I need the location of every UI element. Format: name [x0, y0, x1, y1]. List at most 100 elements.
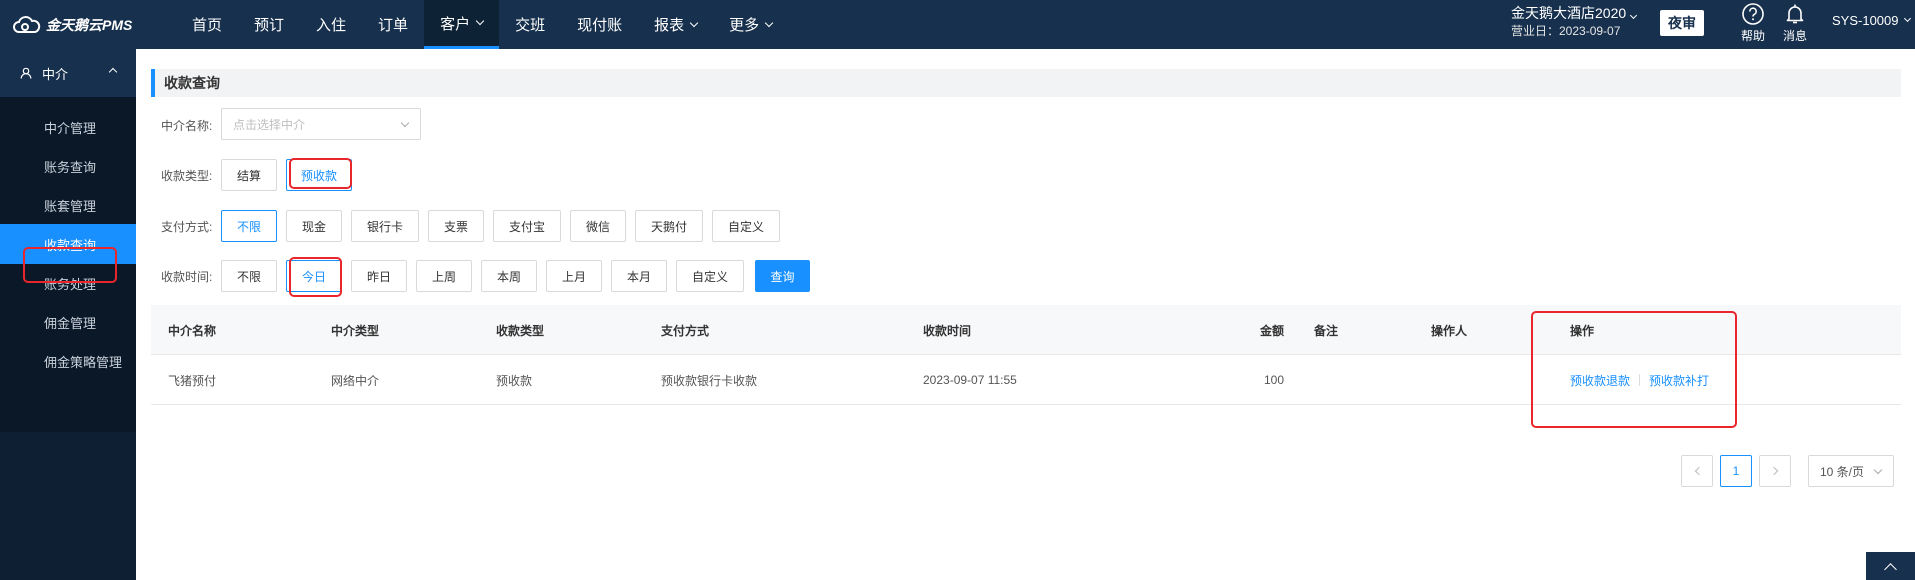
sidebar-item-agent-management[interactable]: 中介管理: [0, 107, 136, 147]
receipt-type-label: 收款类型:: [161, 169, 213, 183]
col-receipt-type: 收款类型: [496, 323, 545, 338]
nav-label: 交班: [515, 17, 546, 34]
cell-amount: 100: [1263, 373, 1284, 387]
sidebar-item-label: 收款查询: [44, 237, 97, 253]
time-option-today[interactable]: 今日: [286, 260, 342, 292]
sidebar: 中介 中介管理 账务查询 账套管理 收款查询 账务处理 佣金管理 佣金策略管理: [0, 49, 136, 580]
sidebar-item-commission-strategy[interactable]: 佣金策略管理: [0, 341, 136, 381]
logo-text: 金天鹅云PMS: [46, 17, 133, 33]
help-label: 帮助: [1740, 29, 1765, 43]
sidebar-item-label: 中介管理: [44, 120, 97, 136]
col-operator: 操作人: [1431, 323, 1468, 338]
nav-checkin[interactable]: 入住: [300, 0, 362, 49]
sidebar-group-agent[interactable]: 中介: [0, 49, 136, 97]
chevron-down-icon: [1630, 11, 1638, 20]
pay-method-option-alipay[interactable]: 支付宝: [493, 210, 561, 242]
cell-agent-name: 飞猪预付: [168, 373, 217, 388]
time-option-this-week[interactable]: 本周: [481, 260, 537, 292]
page-number-current[interactable]: 1: [1720, 455, 1752, 487]
chevron-up-icon: [108, 67, 118, 77]
page-size-select[interactable]: 10 条/页: [1808, 455, 1894, 487]
sidebar-item-account-processing[interactable]: 账务处理: [0, 263, 136, 303]
cloud-logo-icon: [13, 16, 41, 33]
page-size-value: 10 条/页: [1820, 464, 1865, 479]
nav-label: 客户: [440, 15, 471, 33]
pay-method-option-custom[interactable]: 自定义: [712, 210, 780, 242]
time-option-any[interactable]: 不限: [221, 260, 277, 292]
agent-select-placeholder: 点击选择中介: [233, 117, 306, 132]
sidebar-item-account-set[interactable]: 账套管理: [0, 185, 136, 225]
user-menu[interactable]: SYS-10009: [1832, 13, 1911, 28]
nav-label: 现付账: [577, 17, 623, 34]
cell-receipt-type: 预收款: [496, 373, 533, 388]
chevron-up-icon: [1884, 562, 1897, 576]
bell-icon: [1786, 4, 1804, 24]
logo[interactable]: 金天鹅云PMS: [12, 13, 132, 37]
col-receipt-time: 收款时间: [923, 323, 972, 338]
night-audit-button[interactable]: 夜审: [1660, 10, 1704, 36]
table-row: 飞猪预付 网络中介 预收款 预收款银行卡收款 2023-09-07 11:55 …: [151, 355, 1901, 405]
nav-shift[interactable]: 交班: [499, 0, 561, 49]
hotel-name: 金天鹅大酒店2020: [1511, 4, 1651, 22]
query-button[interactable]: 查询: [755, 260, 810, 292]
nav-label: 订单: [378, 17, 409, 34]
pay-method-option-check[interactable]: 支票: [428, 210, 484, 242]
receipt-type-option-advance[interactable]: 预收款: [286, 159, 352, 191]
col-actions: 操作: [1570, 323, 1595, 338]
nav-label: 报表: [654, 17, 685, 34]
nav-label: 预订: [254, 17, 285, 34]
nav-more[interactable]: 更多: [713, 0, 788, 49]
agent-select[interactable]: 点击选择中介: [221, 108, 421, 140]
chevron-down-icon: [764, 18, 774, 27]
col-note: 备注: [1314, 323, 1339, 338]
messages-label: 消息: [1782, 29, 1807, 43]
pay-method-option-any[interactable]: 不限: [221, 210, 277, 242]
pay-method-option-swan-pay[interactable]: 天鹅付: [635, 210, 703, 242]
chevron-down-icon: [1873, 465, 1883, 475]
sidebar-item-label: 佣金管理: [44, 315, 97, 331]
nav-cash-account[interactable]: 现付账: [561, 0, 638, 49]
advance-reprint-link[interactable]: 预收款补打: [1649, 372, 1709, 389]
time-option-yesterday[interactable]: 昨日: [351, 260, 407, 292]
back-to-top-button[interactable]: [1866, 552, 1915, 580]
next-page-button[interactable]: [1759, 455, 1791, 487]
page-title: 收款查询: [151, 69, 1901, 97]
user-icon: [20, 67, 32, 79]
sidebar-item-receipt-query[interactable]: 收款查询: [0, 224, 136, 264]
sidebar-item-label: 账务查询: [44, 159, 97, 175]
sidebar-item-label: 账套管理: [44, 198, 97, 214]
pay-method-option-bank-card[interactable]: 银行卡: [351, 210, 419, 242]
sidebar-item-account-query[interactable]: 账务查询: [0, 146, 136, 186]
help-icon: [1742, 3, 1764, 25]
time-option-last-month[interactable]: 上月: [546, 260, 602, 292]
receipt-time-label: 收款时间:: [161, 270, 213, 284]
messages-button[interactable]: 消息: [1775, 1, 1815, 44]
sidebar-item-commission[interactable]: 佣金管理: [0, 302, 136, 342]
cell-receipt-time: 2023-09-07 11:55: [923, 373, 1017, 387]
col-pay-method: 支付方式: [661, 323, 710, 338]
nav-label: 首页: [192, 17, 223, 34]
nav-home[interactable]: 首页: [176, 0, 238, 49]
hotel-switcher[interactable]: 金天鹅大酒店2020 营业日：2023-09-07: [1511, 4, 1651, 40]
nav-label: 入住: [316, 17, 347, 34]
help-button[interactable]: 帮助: [1733, 1, 1773, 44]
nav-label: 更多: [729, 17, 760, 34]
col-amount: 金额: [1259, 323, 1284, 338]
advance-refund-link[interactable]: 预收款退款: [1570, 372, 1630, 389]
time-option-this-month[interactable]: 本月: [611, 260, 667, 292]
nav-customers[interactable]: 客户: [424, 0, 500, 49]
nav-reports[interactable]: 报表: [638, 0, 713, 49]
pay-method-label: 支付方式:: [161, 220, 213, 234]
chevron-left-icon: [1694, 466, 1703, 476]
nav-orders[interactable]: 订单: [362, 0, 424, 49]
prev-page-button[interactable]: [1681, 455, 1713, 487]
top-navbar: 金天鹅云PMS 首页 预订 入住 订单 客户 交班 现付账 报表 更多 金天鹅大…: [0, 0, 1915, 49]
time-option-last-week[interactable]: 上周: [416, 260, 472, 292]
nav-booking[interactable]: 预订: [238, 0, 300, 49]
receipt-type-option-settlement[interactable]: 结算: [221, 159, 277, 191]
business-date: 营业日：2023-09-07: [1511, 24, 1621, 38]
pay-method-option-wechat[interactable]: 微信: [570, 210, 626, 242]
cell-actions: 预收款退款 预收款补打: [1570, 355, 1709, 405]
pay-method-option-cash[interactable]: 现金: [286, 210, 342, 242]
time-option-custom[interactable]: 自定义: [676, 260, 744, 292]
